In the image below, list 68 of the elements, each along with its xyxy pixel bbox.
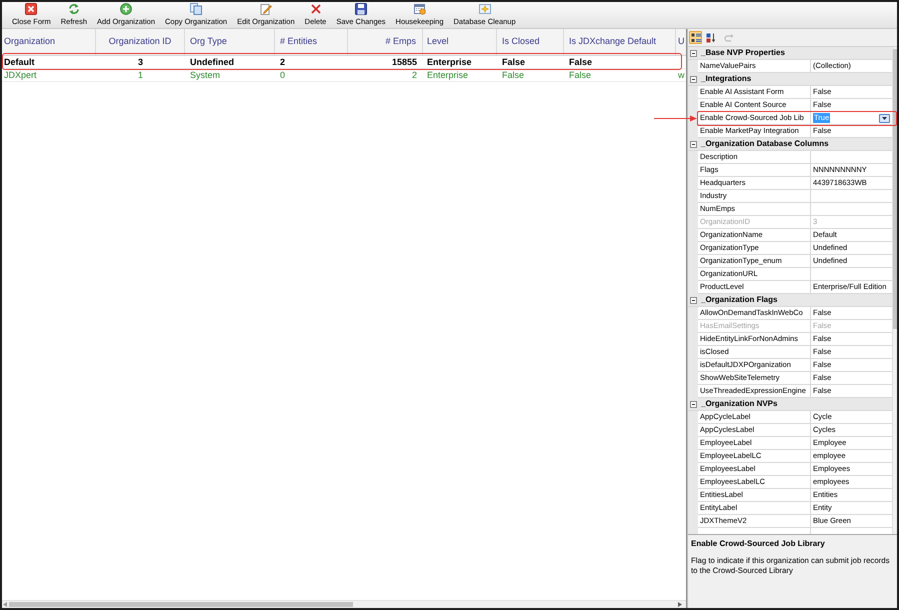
category-title: _Organization NVPs bbox=[701, 398, 778, 410]
sparkle-icon bbox=[478, 3, 491, 15]
categorized-view-button[interactable] bbox=[689, 31, 702, 44]
category-title: _Base NVP Properties bbox=[701, 47, 785, 59]
save-icon bbox=[354, 3, 367, 15]
category-title: _Integrations bbox=[701, 73, 752, 85]
property-value[interactable] bbox=[811, 203, 892, 216]
collapse-icon[interactable] bbox=[690, 296, 697, 304]
table-cell-text: False bbox=[568, 56, 594, 68]
table-cell-text: System bbox=[189, 69, 222, 81]
sort-icon bbox=[706, 32, 716, 42]
collapse-icon[interactable] bbox=[690, 76, 697, 82]
column-header[interactable]: Org Type bbox=[185, 29, 275, 55]
category-title: _Organization Flags bbox=[701, 294, 778, 306]
delete-icon bbox=[310, 3, 322, 15]
category-header[interactable]: _Base NVP Properties bbox=[688, 47, 892, 60]
table-cell-text: Default bbox=[3, 56, 36, 68]
column-header[interactable]: # Emps bbox=[348, 29, 423, 55]
scroll-right-icon[interactable] bbox=[678, 602, 682, 607]
help-title: Enable Crowd-Sourced Job Library bbox=[691, 539, 826, 549]
table-cell-text: Undefined bbox=[189, 56, 235, 68]
collapse-icon[interactable] bbox=[690, 50, 697, 56]
table-cell-text: w bbox=[677, 69, 686, 81]
column-header[interactable]: Level bbox=[423, 29, 497, 55]
property-value[interactable] bbox=[811, 151, 892, 164]
table-cell-text: JDXpert bbox=[3, 69, 38, 81]
caret-icon bbox=[882, 116, 887, 120]
column-header[interactable]: Organization ID bbox=[96, 29, 185, 55]
column-header[interactable]: # Entities bbox=[275, 29, 348, 55]
curved-arrow-icon bbox=[724, 32, 734, 42]
category-title: _Organization Database Columns bbox=[701, 138, 829, 150]
vertical-scrollbar[interactable] bbox=[892, 47, 897, 534]
category-header[interactable]: _Integrations bbox=[688, 73, 892, 86]
category-list-icon bbox=[690, 32, 700, 42]
collapse-icon[interactable] bbox=[690, 140, 697, 148]
category-header[interactable]: _Organization NVPs bbox=[688, 398, 892, 411]
table-cell-text: Enterprise bbox=[426, 56, 473, 68]
property-value[interactable] bbox=[811, 268, 892, 281]
table-cell-text: False bbox=[501, 69, 526, 81]
table-cell-text: 1 bbox=[136, 69, 144, 81]
table-cell-text: False bbox=[501, 56, 526, 68]
collapse-icon[interactable] bbox=[690, 400, 697, 408]
property-value[interactable] bbox=[811, 190, 892, 203]
pencil-icon bbox=[260, 3, 272, 15]
calendar-icon bbox=[414, 3, 426, 15]
plus-circle-icon bbox=[120, 3, 132, 15]
refresh-icon bbox=[68, 3, 80, 15]
scrollbar-thumb[interactable] bbox=[9, 602, 353, 607]
category-header[interactable]: _Organization Database Columns bbox=[688, 138, 892, 151]
table-cell-text: 0 bbox=[279, 69, 286, 81]
copy-icon bbox=[190, 3, 202, 15]
table-cell-text: 15855 bbox=[390, 56, 418, 68]
table-cell-text: 2 bbox=[410, 69, 418, 81]
dropdown-button[interactable] bbox=[879, 114, 890, 122]
scroll-left-icon[interactable] bbox=[3, 602, 7, 607]
column-header[interactable]: Organization bbox=[2, 29, 96, 55]
alphabetical-sort-button[interactable] bbox=[704, 31, 717, 44]
column-header[interactable]: Is Closed bbox=[497, 29, 564, 55]
close-icon bbox=[25, 3, 38, 15]
horizontal-scrollbar[interactable] bbox=[2, 600, 686, 608]
table-cell-text: Enterprise bbox=[426, 69, 470, 81]
scrollbar-thumb[interactable] bbox=[893, 49, 897, 329]
table-cell-text: 3 bbox=[136, 56, 144, 68]
table-cell-text: 2 bbox=[279, 56, 286, 68]
column-header[interactable]: Is JDXchange Default bbox=[564, 29, 676, 55]
column-header[interactable]: U bbox=[676, 29, 686, 55]
category-header[interactable]: _Organization Flags bbox=[688, 294, 892, 307]
table-cell-text: False bbox=[568, 69, 592, 81]
